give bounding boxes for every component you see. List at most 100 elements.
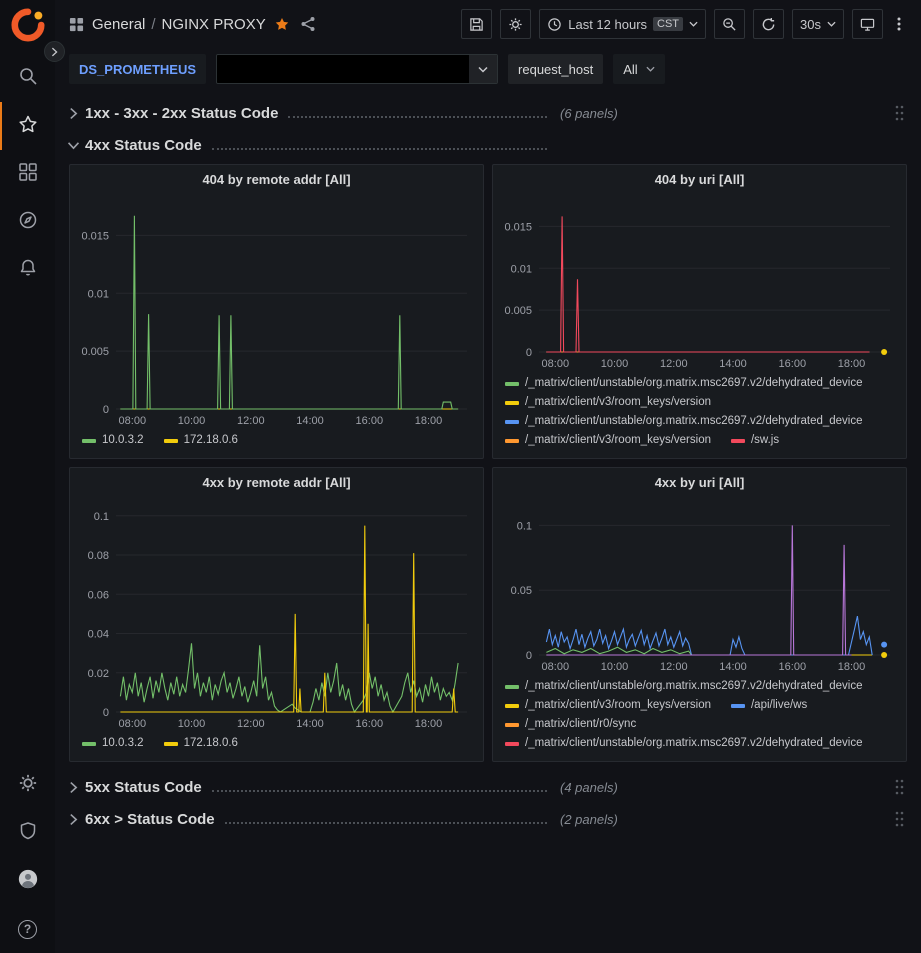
panel-4xx-by-uri: 4xx by uri [All] 00.050.108:0010:0012:00… xyxy=(492,467,907,762)
sidebar-item-dashboards[interactable] xyxy=(0,150,55,198)
request-host-variable-label[interactable]: request_host xyxy=(508,54,603,84)
sidebar-item-help[interactable]: ? xyxy=(0,905,55,953)
svg-text:0: 0 xyxy=(526,347,532,359)
legend-item[interactable]: /_matrix/client/unstable/org.matrix.msc2… xyxy=(505,412,863,431)
sidebar-item-configuration[interactable] xyxy=(0,761,55,809)
sidebar-item-server-admin[interactable] xyxy=(0,809,55,857)
datasource-variable-dropdown[interactable] xyxy=(216,54,498,84)
row-5xx[interactable]: 5xx Status Code (4 panels) xyxy=(69,772,907,802)
row-4xx[interactable]: 4xx Status Code xyxy=(69,130,907,160)
legend-item[interactable]: /_matrix/client/v3/room_keys/version xyxy=(505,696,711,715)
row-drag-handle[interactable] xyxy=(894,105,905,122)
legend-label: /_matrix/client/r0/sync xyxy=(525,715,636,734)
svg-text:16:00: 16:00 xyxy=(356,718,384,730)
legend-item[interactable]: /api/live/ws xyxy=(731,696,807,715)
legend-label: /api/live/ws xyxy=(751,696,807,715)
svg-text:0: 0 xyxy=(103,404,109,416)
svg-text:08:00: 08:00 xyxy=(119,718,147,730)
legend-item[interactable]: 172.18.0.6 xyxy=(164,734,238,753)
kebab-icon xyxy=(897,16,901,32)
panel-title[interactable]: 404 by uri [All] xyxy=(493,165,906,193)
sidebar-expand-button[interactable] xyxy=(44,41,65,62)
breadcrumb-title[interactable]: NGINX PROXY xyxy=(162,16,266,33)
sidebar-item-search[interactable] xyxy=(0,54,55,102)
sidebar-item-starred[interactable] xyxy=(0,102,55,150)
svg-text:16:00: 16:00 xyxy=(779,661,807,673)
legend-row: /_matrix/client/unstable/org.matrix.msc2… xyxy=(505,412,894,431)
zoom-out-icon xyxy=(722,17,737,32)
legend-label: /sw.js xyxy=(751,431,779,450)
request-host-variable-value: All xyxy=(623,62,637,77)
svg-text:0.015: 0.015 xyxy=(504,221,532,233)
sidebar-item-explore[interactable] xyxy=(0,198,55,246)
cycle-view-mode-button[interactable] xyxy=(852,9,883,39)
legend-item[interactable]: /_matrix/client/unstable/org.matrix.msc2… xyxy=(505,677,863,696)
chart-svg: 00.0050.010.01508:0010:0012:0014:0016:00… xyxy=(70,193,483,429)
bell-icon xyxy=(18,258,38,283)
save-dashboard-button[interactable] xyxy=(461,9,492,39)
dashboard-settings-button[interactable] xyxy=(500,9,531,39)
row-panel-count: (6 panels) xyxy=(560,106,618,121)
request-host-variable-dropdown[interactable]: All xyxy=(613,54,664,84)
svg-text:12:00: 12:00 xyxy=(237,718,265,730)
series-color-swatch xyxy=(731,439,745,443)
time-range-picker[interactable]: Last 12 hours CST xyxy=(539,9,706,39)
favorite-star-icon[interactable] xyxy=(274,16,290,32)
series-color-swatch xyxy=(505,439,519,443)
refresh-interval-dropdown[interactable]: 30s xyxy=(792,9,844,39)
panel-title[interactable]: 4xx by remote addr [All] xyxy=(70,468,483,496)
svg-text:0.05: 0.05 xyxy=(511,585,532,597)
row-chevron-icon xyxy=(69,781,78,794)
series-color-swatch xyxy=(505,742,519,746)
legend-item[interactable]: /sw.js xyxy=(731,431,779,450)
sidebar-item-profile[interactable] xyxy=(0,857,55,905)
more-options-kebab[interactable] xyxy=(891,9,907,39)
dashboard-content: 1xx - 3xx - 2xx Status Code (6 panels) 4… xyxy=(55,90,921,953)
grafana-logo[interactable] xyxy=(11,8,45,42)
svg-text:0.02: 0.02 xyxy=(88,668,109,680)
legend-row: /_matrix/client/v3/room_keys/version/api… xyxy=(505,696,894,715)
row-chevron-icon xyxy=(69,813,78,826)
panel-title[interactable]: 404 by remote addr [All] xyxy=(70,165,483,193)
svg-text:0.1: 0.1 xyxy=(517,520,532,532)
legend-item[interactable]: /_matrix/client/unstable/org.matrix.msc2… xyxy=(505,734,863,753)
panel-legend: 10.0.3.2 172.18.0.6 xyxy=(70,429,483,458)
share-icon[interactable] xyxy=(300,16,316,32)
series-color-swatch xyxy=(82,742,96,746)
legend-item[interactable]: 172.18.0.6 xyxy=(164,431,238,450)
legend-label: /_matrix/client/v3/room_keys/version xyxy=(525,696,711,715)
row-1xx-3xx-2xx[interactable]: 1xx - 3xx - 2xx Status Code (6 panels) xyxy=(69,98,907,128)
row-6xx[interactable]: 6xx > Status Code (2 panels) xyxy=(69,804,907,834)
datasource-variable-label[interactable]: DS_PROMETHEUS xyxy=(69,54,206,84)
legend-item[interactable]: 10.0.3.2 xyxy=(82,431,144,450)
panel-legend: 10.0.3.2 172.18.0.6 xyxy=(70,732,483,761)
series-color-swatch xyxy=(505,382,519,386)
legend-item[interactable]: /_matrix/client/v3/room_keys/version xyxy=(505,431,711,450)
series-color-swatch xyxy=(164,742,178,746)
legend-label: /_matrix/client/unstable/org.matrix.msc2… xyxy=(525,677,863,696)
sidebar-item-alerting[interactable] xyxy=(0,246,55,294)
legend-item[interactable]: 10.0.3.2 xyxy=(82,734,144,753)
legend-item[interactable]: /_matrix/client/unstable/org.matrix.msc2… xyxy=(505,374,863,393)
svg-text:0.06: 0.06 xyxy=(88,589,109,601)
breadcrumb-section[interactable]: General xyxy=(92,16,145,33)
zoom-out-button[interactable] xyxy=(714,9,745,39)
variables-bar: DS_PROMETHEUS request_host All xyxy=(55,48,921,90)
refresh-button[interactable] xyxy=(753,9,784,39)
series-color-swatch xyxy=(505,685,519,689)
row-drag-handle[interactable] xyxy=(894,811,905,828)
time-range-label: Last 12 hours xyxy=(568,17,647,32)
series-color-swatch xyxy=(164,439,178,443)
legend-item[interactable]: /_matrix/client/v3/room_keys/version xyxy=(505,393,711,412)
panel-title[interactable]: 4xx by uri [All] xyxy=(493,468,906,496)
gear-icon xyxy=(18,773,38,798)
svg-text:16:00: 16:00 xyxy=(779,358,807,370)
clock-icon xyxy=(547,17,562,32)
compass-icon xyxy=(18,210,38,235)
legend-label: /_matrix/client/unstable/org.matrix.msc2… xyxy=(525,412,863,431)
svg-text:0.01: 0.01 xyxy=(511,263,532,275)
row-drag-handle[interactable] xyxy=(894,779,905,796)
legend-row: /_matrix/client/unstable/org.matrix.msc2… xyxy=(505,734,894,753)
monitor-icon xyxy=(860,17,875,32)
legend-item[interactable]: /_matrix/client/r0/sync xyxy=(505,715,636,734)
